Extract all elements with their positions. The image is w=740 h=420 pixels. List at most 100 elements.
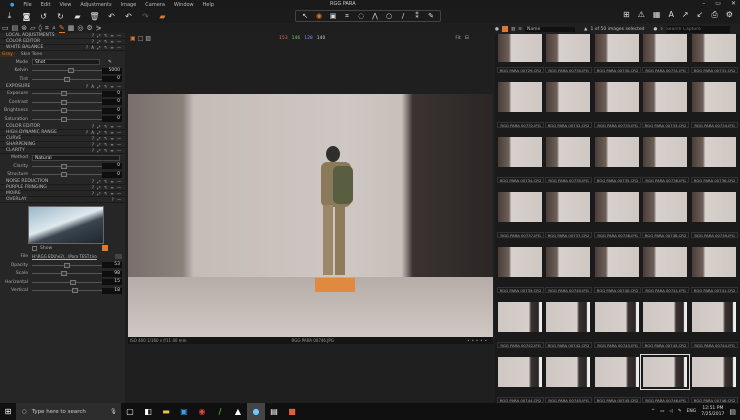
tab-library[interactable]: ▭ bbox=[2, 24, 9, 33]
kelvin-value[interactable]: 5000 bbox=[102, 67, 122, 74]
thumbnail[interactable] bbox=[692, 247, 736, 277]
slider-value[interactable]: 0 bbox=[102, 163, 122, 170]
tab-crop[interactable]: ⌗ bbox=[45, 24, 49, 33]
browser-search-input[interactable] bbox=[665, 25, 730, 33]
copy-adjustments-icon[interactable]: ↗ bbox=[682, 10, 689, 20]
slider-handle[interactable] bbox=[60, 99, 67, 105]
document-icon[interactable]: ▤ bbox=[265, 403, 283, 420]
thumbnail[interactable] bbox=[643, 34, 687, 62]
thumbnail[interactable] bbox=[643, 82, 687, 112]
thumbnail[interactable] bbox=[640, 354, 690, 390]
menu-file[interactable]: File bbox=[23, 2, 31, 8]
overlay-file-link[interactable]: H:\RGG EDU\e2\...\Para TEST.tiro bbox=[32, 254, 97, 259]
slider[interactable] bbox=[32, 262, 102, 268]
pen-tray-icon[interactable]: ✎ bbox=[678, 409, 682, 414]
process-icon[interactable]: ▰ bbox=[157, 11, 168, 21]
slider-handle[interactable] bbox=[72, 288, 79, 294]
tab-local[interactable]: ▦ bbox=[68, 24, 75, 33]
notifications-icon[interactable]: ▤ bbox=[729, 408, 736, 416]
slider-value[interactable]: 18 bbox=[102, 287, 122, 294]
tab-batch[interactable]: ⋟ bbox=[96, 24, 102, 33]
thumbnail[interactable] bbox=[595, 247, 639, 277]
slider-handle[interactable] bbox=[70, 279, 77, 285]
thumbnail[interactable] bbox=[692, 302, 736, 332]
slider-handle[interactable] bbox=[60, 116, 67, 122]
start-button[interactable]: ⊞ bbox=[0, 407, 16, 416]
app-orange-icon[interactable]: ■ bbox=[283, 403, 301, 420]
slider[interactable] bbox=[32, 279, 102, 285]
warning-icon[interactable]: ⚠ bbox=[638, 10, 645, 20]
picker-tool-icon[interactable]: ⁑ bbox=[412, 12, 422, 20]
slider-value[interactable]: 0 bbox=[102, 116, 122, 123]
thumbnail[interactable] bbox=[692, 192, 736, 222]
thumbnail[interactable] bbox=[498, 247, 542, 277]
thumbnail[interactable] bbox=[692, 357, 736, 387]
thumbnail[interactable] bbox=[692, 34, 736, 62]
list-view-icon[interactable]: ≡ bbox=[518, 27, 522, 32]
thumbnail[interactable] bbox=[498, 192, 542, 222]
thumbnail[interactable] bbox=[692, 82, 736, 112]
thumbnail[interactable] bbox=[498, 82, 542, 112]
file-explorer-icon[interactable]: ▬ bbox=[157, 403, 175, 420]
slider[interactable] bbox=[32, 163, 102, 169]
menu-camera[interactable]: Camera bbox=[145, 2, 165, 8]
slider-value[interactable]: 0 bbox=[102, 99, 122, 106]
tab-composition[interactable]: ◊ bbox=[39, 24, 42, 33]
thumbnail[interactable] bbox=[498, 357, 542, 387]
section-overlay[interactable]: OVERLAY? — bbox=[0, 197, 125, 203]
thumbnail[interactable] bbox=[546, 302, 590, 332]
tab-capture[interactable]: ▤ bbox=[12, 24, 19, 33]
undo-icon[interactable]: ↶ bbox=[106, 11, 117, 21]
settings-icon[interactable]: ⚙ bbox=[726, 10, 733, 20]
slider-value[interactable]: 0 bbox=[102, 90, 122, 97]
keystone-tool-icon[interactable]: ⋀ bbox=[370, 12, 380, 20]
menu-image[interactable]: Image bbox=[121, 2, 137, 8]
proof-toggle-icon[interactable]: ⊟ bbox=[465, 35, 469, 41]
slider[interactable] bbox=[32, 91, 102, 97]
network-icon[interactable]: ▭ bbox=[660, 409, 664, 414]
crop-tool-icon[interactable]: ⌗ bbox=[342, 12, 352, 21]
menu-window[interactable]: Window bbox=[174, 2, 194, 8]
menu-edit[interactable]: Edit bbox=[41, 2, 51, 8]
eyedropper-icon[interactable]: ✎ bbox=[108, 60, 112, 65]
slider-handle[interactable] bbox=[64, 262, 70, 268]
slider-handle[interactable] bbox=[60, 163, 67, 169]
section-white-balance[interactable]: WHITE BALANCE? A ⤢ ↰ ≡ — bbox=[0, 45, 125, 51]
tab-lens[interactable]: ▱ bbox=[30, 24, 35, 33]
spot-tool-icon[interactable]: ○ bbox=[384, 12, 394, 20]
filmstrip-view-icon[interactable]: ▥ bbox=[511, 27, 515, 32]
microphone-icon[interactable]: 🎙 bbox=[110, 409, 117, 415]
tab-gray[interactable]: Gray bbox=[0, 52, 15, 57]
pointer-tool-icon[interactable]: ↖ bbox=[300, 12, 310, 20]
kelvin-slider[interactable] bbox=[32, 68, 102, 74]
thumbnail[interactable] bbox=[643, 137, 687, 167]
view-multi-icon[interactable]: □ bbox=[138, 35, 144, 42]
tab-output[interactable]: ⚙ bbox=[86, 24, 92, 33]
slider-handle[interactable] bbox=[60, 271, 67, 277]
browser-user-icon-2[interactable]: ● bbox=[653, 27, 657, 32]
thumbnail[interactable] bbox=[546, 357, 590, 387]
rotate-right-icon[interactable]: ↻ bbox=[55, 11, 66, 21]
wb-mode-select[interactable]: Shot bbox=[32, 59, 100, 66]
slider-value[interactable]: 0 bbox=[102, 171, 122, 178]
loupe-tool-icon[interactable]: ▣ bbox=[328, 12, 338, 20]
thumbnail[interactable] bbox=[595, 192, 639, 222]
folder-icon[interactable]: ▰ bbox=[72, 11, 83, 21]
slider-handle[interactable] bbox=[60, 108, 67, 114]
thumbnail[interactable] bbox=[546, 192, 590, 222]
slider-value[interactable]: 15 bbox=[102, 279, 122, 286]
slider[interactable] bbox=[32, 288, 102, 294]
clarity-method-select[interactable]: Natural bbox=[32, 154, 120, 161]
language-indicator[interactable]: ENG bbox=[687, 409, 697, 414]
slider[interactable] bbox=[32, 108, 102, 114]
camera-icon[interactable]: ◙ bbox=[21, 11, 32, 21]
thumbnail[interactable] bbox=[546, 247, 590, 277]
rating-dots[interactable]: ••••• bbox=[467, 338, 489, 343]
pen-app-icon[interactable]: ∕ bbox=[211, 403, 229, 420]
main-image[interactable] bbox=[128, 94, 493, 337]
tab-adjustments[interactable]: ✎ bbox=[58, 24, 65, 33]
thumbnail[interactable] bbox=[595, 34, 639, 62]
task-view-icon[interactable]: ▢ bbox=[121, 403, 139, 420]
thumbnail[interactable] bbox=[643, 192, 687, 222]
menu-help[interactable]: Help bbox=[203, 2, 214, 8]
